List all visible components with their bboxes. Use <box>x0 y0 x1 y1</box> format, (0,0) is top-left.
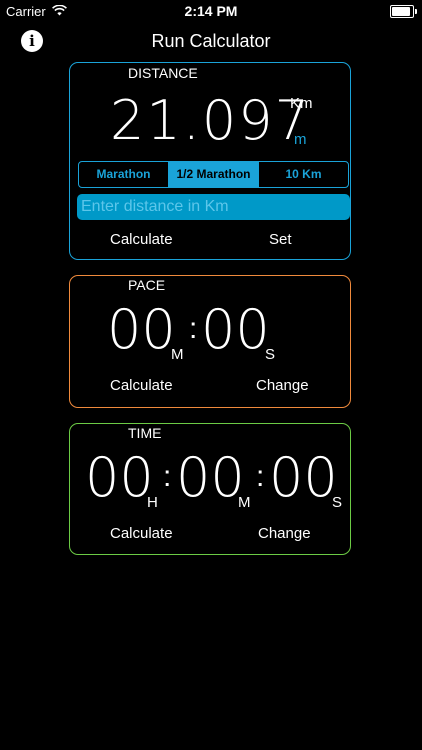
time-card: TIME 00 H : 00 M : 00 S Calculate Change <box>69 423 351 555</box>
battery-icon <box>390 5 417 18</box>
unit-km-toggle[interactable]: Km <box>290 95 313 112</box>
pace-minutes-unit: M <box>171 346 184 363</box>
distance-set-button[interactable]: Set <box>269 231 292 248</box>
time-hours[interactable]: 00 <box>85 446 154 509</box>
time-minutes[interactable]: 00 <box>176 446 245 509</box>
time-minutes-unit: M <box>238 494 251 511</box>
time-calculate-button[interactable]: Calculate <box>110 525 173 542</box>
pace-seconds[interactable]: 00 <box>201 298 270 361</box>
distance-input[interactable] <box>77 194 350 220</box>
distance-calculate-button[interactable]: Calculate <box>110 231 173 248</box>
time-separator-1: : <box>163 460 172 493</box>
pace-seconds-unit: S <box>265 346 276 363</box>
pace-label: PACE <box>128 277 166 293</box>
time-seconds-unit: S <box>332 494 343 511</box>
clock: 2:14 PM <box>184 3 238 19</box>
pace-minutes[interactable]: 00 <box>107 298 176 361</box>
distance-label: DISTANCE <box>128 65 198 81</box>
status-bar: Carrier 2:14 PM <box>0 0 422 22</box>
pace-change-button[interactable]: Change <box>256 377 309 394</box>
pace-calculate-button[interactable]: Calculate <box>110 377 173 394</box>
preset-half-marathon[interactable]: 1/2 Marathon <box>168 162 258 187</box>
distance-value: 21.097 <box>110 89 311 152</box>
page-title: Run Calculator <box>151 31 271 51</box>
time-seconds[interactable]: 00 <box>269 446 338 509</box>
time-change-button[interactable]: Change <box>258 525 311 542</box>
time-hours-unit: H <box>147 494 158 511</box>
time-separator-2: : <box>256 460 265 493</box>
distance-card: DISTANCE 21.097 Km m Marathon 1/2 Marath… <box>69 62 351 260</box>
pace-card: PACE 00 M : 00 S Calculate Change <box>69 275 351 408</box>
time-label: TIME <box>128 425 162 441</box>
preset-10km[interactable]: 10 Km <box>258 162 348 187</box>
preset-marathon[interactable]: Marathon <box>79 162 168 187</box>
pace-separator: : <box>189 312 198 345</box>
distance-preset-control: Marathon 1/2 Marathon 10 Km <box>78 161 349 188</box>
unit-m-toggle[interactable]: m <box>294 131 307 148</box>
